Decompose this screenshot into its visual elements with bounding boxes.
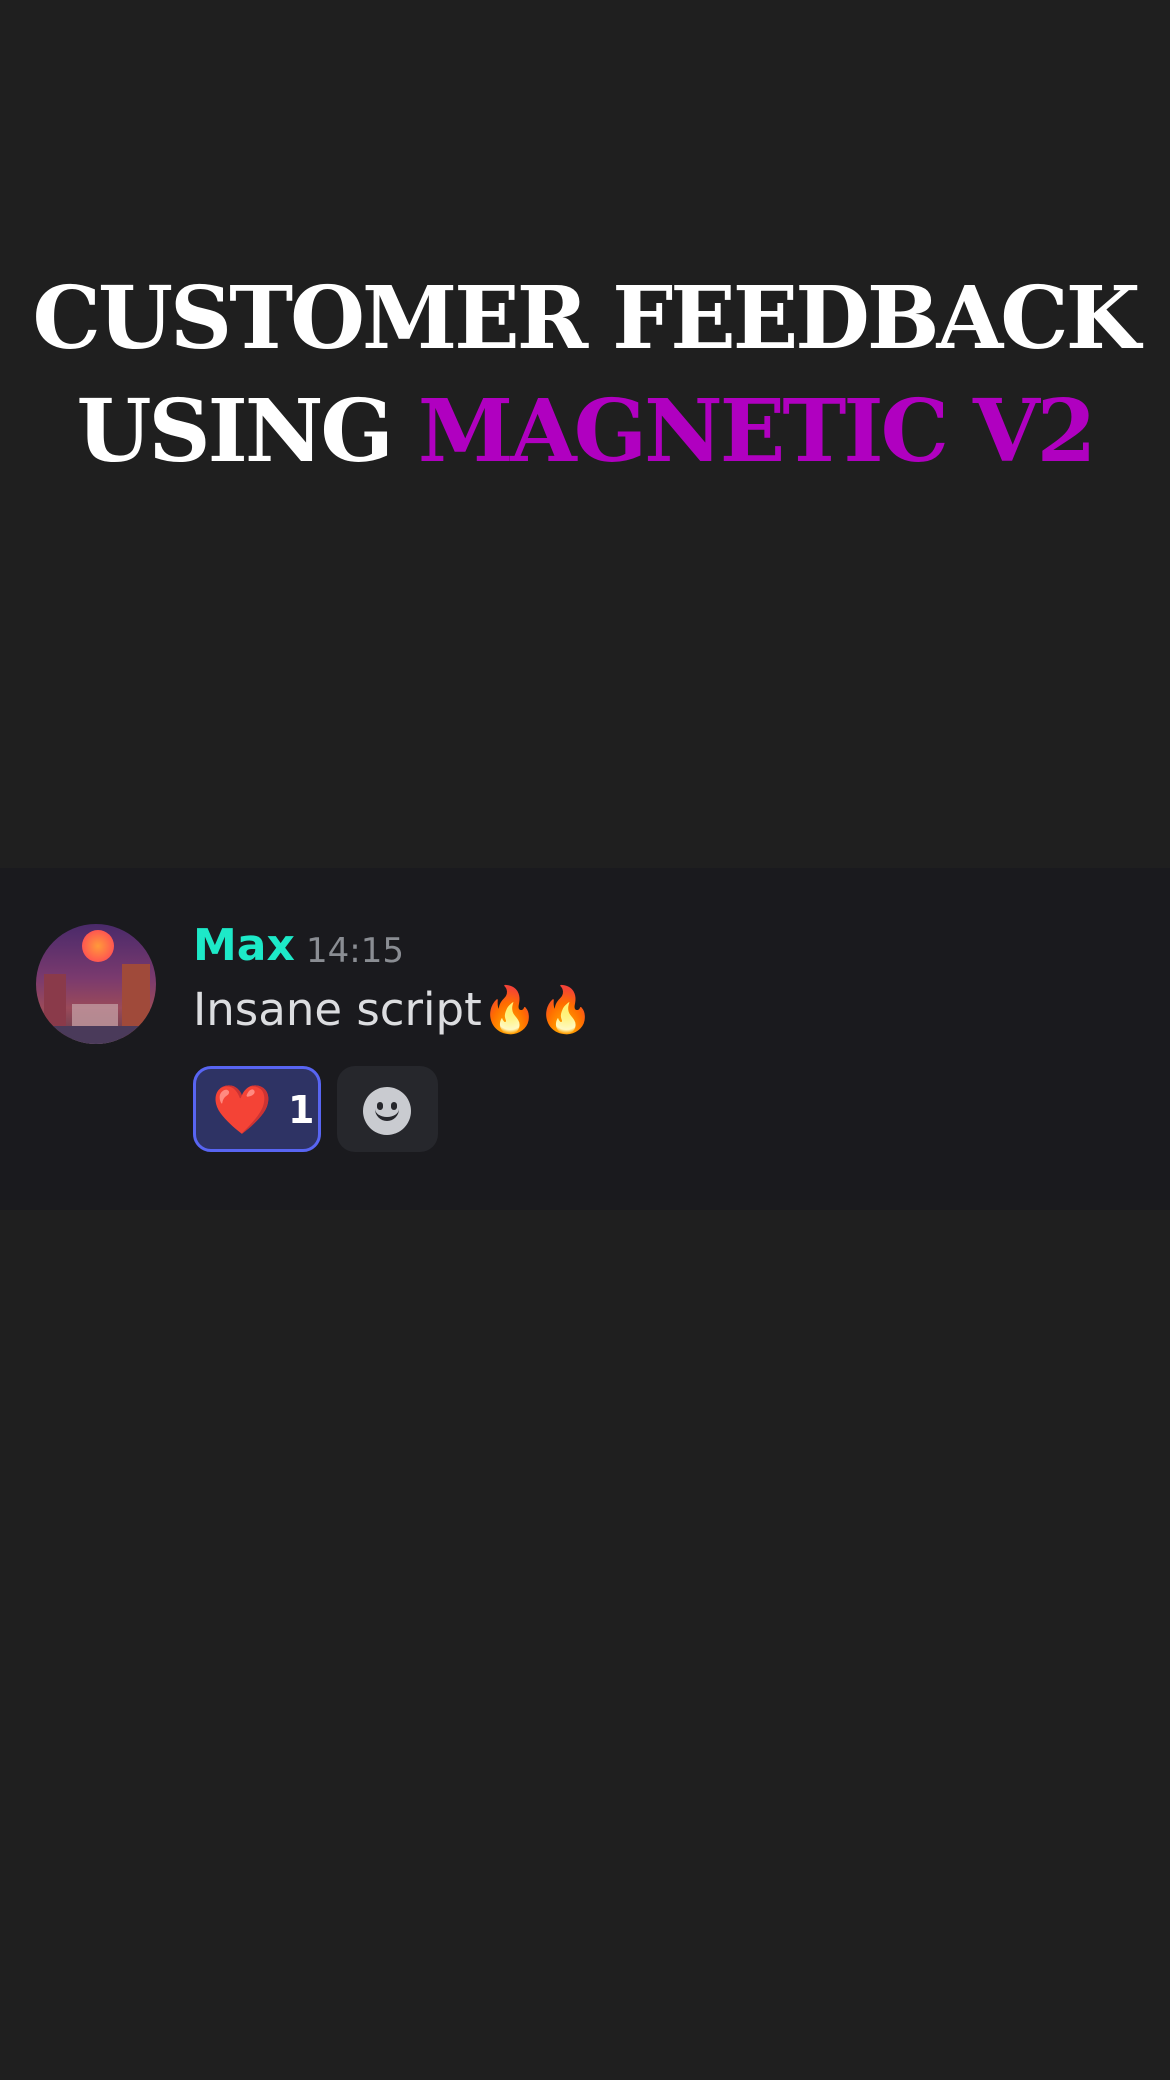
headline: CUSTOMER FEEDBACK USING MAGNETIC V2 (0, 262, 1170, 488)
headline-accent: MAGNETIC V2 (417, 381, 1097, 482)
headline-prefix: USING (76, 381, 418, 482)
smiley-mouth (375, 1109, 399, 1121)
headline-line-1: CUSTOMER FEEDBACK (32, 268, 1141, 369)
smiley-icon (363, 1087, 411, 1135)
timestamp: 14:15 (306, 931, 404, 971)
reaction-heart-button[interactable]: ❤️ 1 (193, 1066, 321, 1152)
avatar-sun (82, 930, 114, 962)
reaction-count: 1 (288, 1088, 315, 1132)
add-reaction-button[interactable] (337, 1066, 438, 1152)
headline-line-2: USING MAGNETIC V2 (0, 375, 1170, 488)
message-text: Insane script🔥🔥 (193, 983, 594, 1036)
avatar[interactable] (36, 924, 156, 1044)
heart-icon: ❤️ (212, 1082, 272, 1138)
username[interactable]: Max (193, 918, 295, 974)
avatar-ground (36, 1026, 156, 1044)
